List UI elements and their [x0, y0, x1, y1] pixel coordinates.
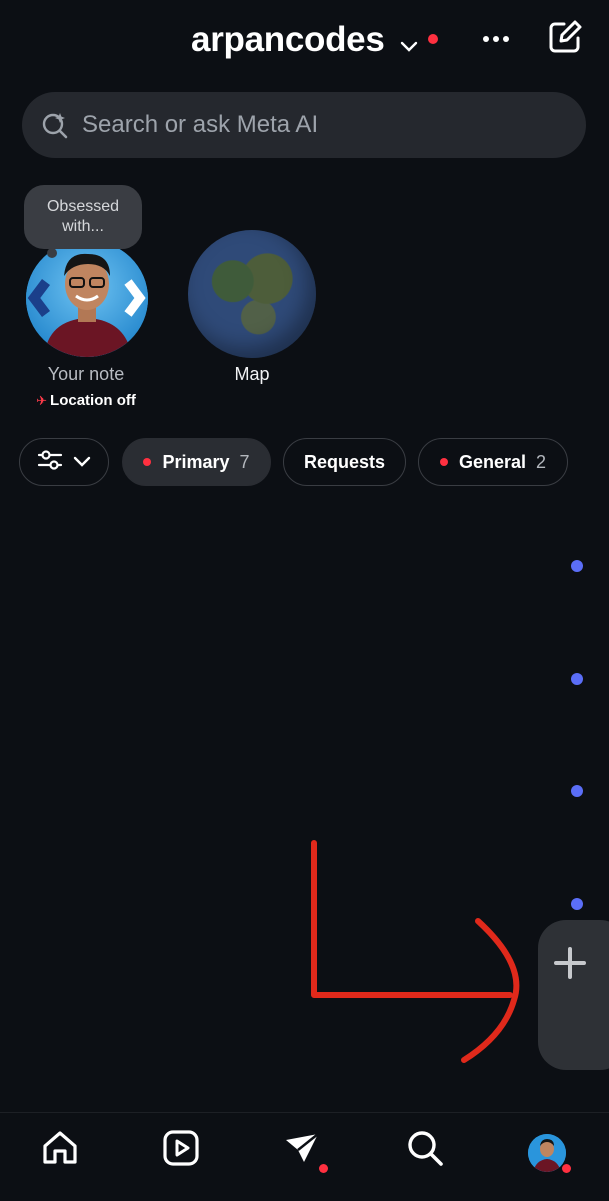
unread-indicator [571, 673, 583, 685]
more-options-button[interactable] [472, 22, 520, 56]
annotation-arrow [300, 835, 530, 1075]
note-bubble-tail [47, 248, 57, 258]
tab-primary[interactable]: Primary 7 [122, 438, 271, 486]
your-note-label: Your note [47, 364, 125, 384]
new-message-icon [547, 19, 583, 60]
unread-indicator [571, 560, 583, 572]
chevron-down-icon [73, 452, 91, 473]
account-switcher[interactable]: arpancodes [191, 20, 438, 62]
profile-avatar[interactable] [528, 1134, 566, 1172]
unread-dot [143, 458, 152, 466]
your-note-avatar[interactable] [26, 240, 148, 357]
home-icon [41, 1129, 79, 1172]
tab-general[interactable]: General 2 [418, 438, 568, 486]
search-placeholder: Search or ask Meta AI [82, 111, 319, 138]
location-off-icon: ✈ [36, 393, 48, 408]
tab-general-label: General [458, 451, 527, 472]
floating-add-button[interactable] [538, 920, 609, 1070]
direct-icon [282, 1130, 328, 1173]
tab-primary-label: Primary [162, 451, 230, 472]
location-status[interactable]: ✈ Location off [16, 392, 156, 409]
nav-home[interactable] [38, 1128, 82, 1172]
tab-primary-count: 7 [239, 451, 250, 472]
filter-dropdown-chip[interactable] [19, 438, 109, 486]
tab-requests-label: Requests [303, 451, 386, 472]
sliders-icon [37, 449, 63, 476]
map-globe[interactable] [188, 230, 316, 358]
unread-dot [439, 458, 448, 466]
nav-reels[interactable] [159, 1128, 203, 1172]
chevron-down-icon [400, 22, 418, 62]
nav-search[interactable] [403, 1128, 447, 1172]
tab-requests[interactable]: Requests [283, 438, 406, 486]
profile-notification-dot [562, 1164, 571, 1173]
search-icon [406, 1129, 444, 1172]
unread-indicator [571, 898, 583, 910]
notification-dot [319, 1163, 328, 1173]
meta-ai-search-icon [40, 110, 70, 140]
new-message-button[interactable] [544, 18, 586, 60]
notification-dot [427, 34, 438, 44]
nav-direct[interactable] [280, 1128, 328, 1173]
username-title: arpancodes [191, 20, 385, 59]
unread-indicator [571, 785, 583, 797]
tab-general-count: 2 [536, 451, 547, 472]
reels-icon [162, 1129, 200, 1172]
map-label: Map [234, 364, 270, 384]
note-bubble[interactable]: Obsessed with... [24, 185, 142, 249]
note-bubble-text: Obsessed with... [46, 198, 120, 235]
plus-icon [553, 946, 587, 985]
location-status-text: Location off [50, 392, 136, 409]
search-bar[interactable]: Search or ask Meta AI [22, 92, 586, 158]
more-icon [482, 30, 510, 48]
